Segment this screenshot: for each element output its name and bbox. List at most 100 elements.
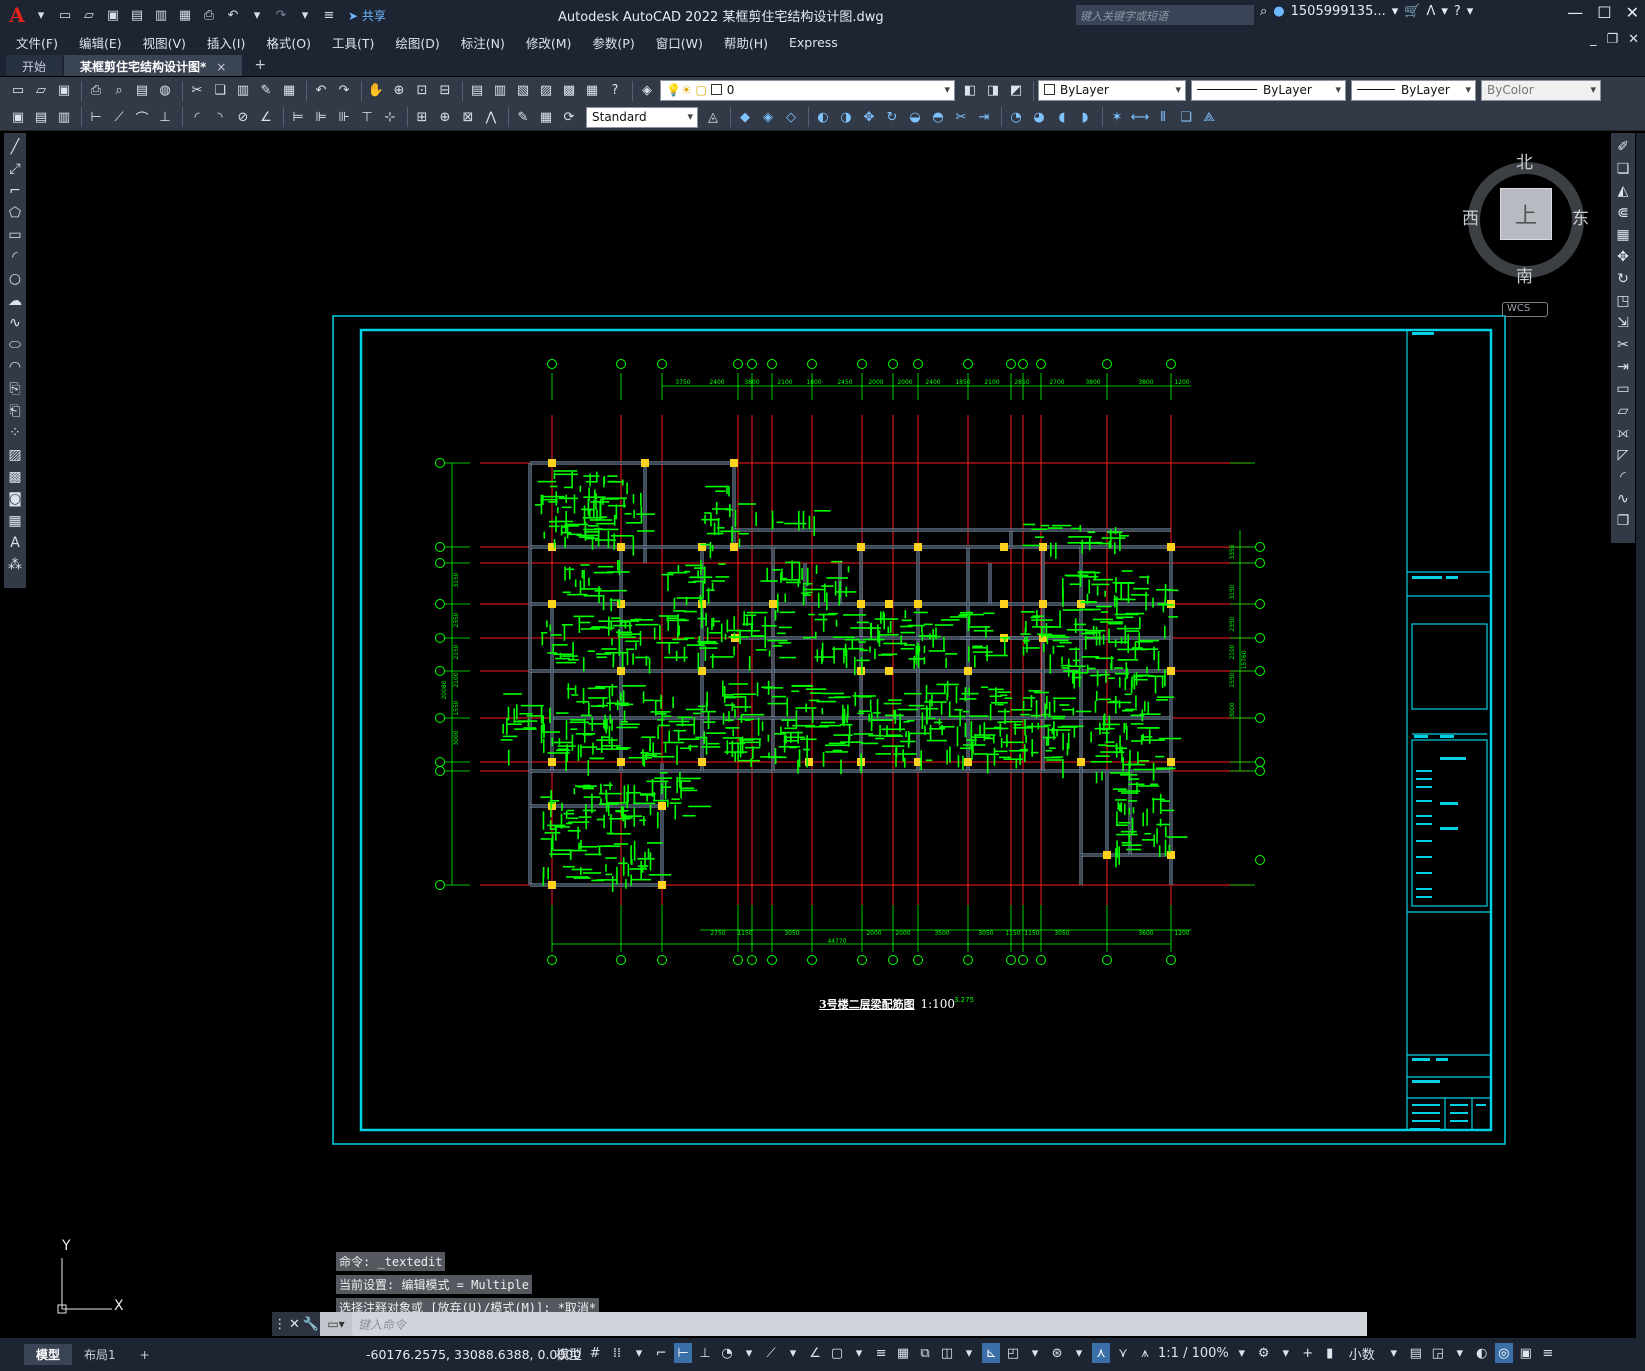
tolerance-icon[interactable]: ⊞ — [412, 107, 432, 127]
array-icon[interactable]: ◑ — [836, 107, 856, 127]
hardware-acceleration-icon[interactable]: ◎ — [1494, 1343, 1513, 1363]
help-dropdown-icon[interactable]: ▾ — [1467, 4, 1474, 19]
zoom-window-icon[interactable]: ⊡ — [412, 81, 432, 101]
blend-curves-icon[interactable]: ∿ — [1613, 489, 1633, 509]
trim-icon[interactable]: ✂ — [951, 107, 971, 127]
selection-filter-icon[interactable]: ◰ — [1004, 1343, 1022, 1363]
chamfer-icon[interactable]: ◖ — [1052, 107, 1072, 127]
markup-icon[interactable]: ▩ — [559, 81, 579, 101]
wrench-icon[interactable]: 🔧 — [302, 1317, 318, 1332]
menu-view[interactable]: 视图(V) — [143, 33, 186, 52]
save-icon[interactable]: ▣ — [102, 5, 124, 25]
arc-icon[interactable]: ◜ — [5, 247, 25, 267]
mirror-icon[interactable]: ◇ — [781, 107, 801, 127]
gizmo-dropdown-icon[interactable]: ▾ — [1070, 1343, 1088, 1363]
menu-parametric[interactable]: 参数(P) — [592, 33, 634, 52]
copy-object-icon[interactable]: ◈ — [758, 107, 778, 127]
zoom-previous-icon[interactable]: ⊟ — [435, 81, 455, 101]
plot-preview-icon[interactable]: ⌕ — [109, 81, 129, 101]
app-menu-chevron-icon[interactable]: ▾ — [30, 5, 52, 25]
align-icon[interactable]: ⫴ — [1153, 107, 1173, 127]
annotation-visibility-icon[interactable]: ⋏ — [1092, 1343, 1111, 1363]
make-block-icon[interactable]: ⎗ — [5, 401, 25, 421]
menu-modify[interactable]: 修改(M) — [526, 33, 572, 52]
doc-minimize-icon[interactable]: _ — [1590, 32, 1597, 47]
lineweight-dropdown[interactable]: ByLayer — [1351, 80, 1476, 101]
selection-filter-dropdown-icon[interactable]: ▾ — [1026, 1343, 1044, 1363]
autocad-logo[interactable]: A — [6, 3, 28, 27]
menu-format[interactable]: 格式(O) — [266, 33, 311, 52]
open-folder-icon[interactable]: ▱ — [78, 5, 100, 25]
autodesk-a360-icon[interactable]: Λ — [1426, 4, 1435, 19]
plot-icon[interactable]: ⎙ — [86, 81, 106, 101]
undo-icon[interactable]: ↶ — [311, 81, 331, 101]
object-snap-tracking-icon[interactable]: ∠ — [806, 1343, 824, 1363]
insert-block-icon[interactable]: ⎘ — [5, 379, 25, 399]
blend-icon[interactable]: ❏ — [1176, 107, 1196, 127]
compass-south[interactable]: 南 — [1516, 262, 1533, 287]
import-icon[interactable]: ▦ — [174, 5, 196, 25]
doc-close-icon[interactable]: ✕ — [1628, 32, 1639, 47]
compass-north[interactable]: 北 — [1516, 148, 1533, 173]
close-icon[interactable]: ✕ — [1626, 3, 1639, 22]
block-editor-icon[interactable]: ▦ — [279, 81, 299, 101]
quick-properties-icon[interactable]: ▤ — [1407, 1343, 1425, 1363]
3d-osnap-dropdown-icon[interactable]: ▾ — [960, 1343, 978, 1363]
dimension-style-icon[interactable]: ◬ — [703, 107, 723, 127]
compass-west[interactable]: 西 — [1462, 204, 1479, 229]
undo-icon[interactable]: ↶ — [222, 5, 244, 25]
workspace-gear-icon[interactable]: ⚙ — [1255, 1343, 1273, 1363]
help-icon[interactable]: ? — [605, 81, 625, 101]
move-icon[interactable]: ✥ — [1613, 247, 1633, 267]
aligned-dimension-icon[interactable]: ⟋ — [109, 107, 129, 127]
annotation-scale-value[interactable]: 1:1 / 100% — [1158, 1343, 1229, 1363]
stretch-icon[interactable]: ◓ — [928, 107, 948, 127]
open-icon[interactable]: ▱ — [31, 81, 51, 101]
transparency-icon[interactable]: ▦ — [894, 1343, 912, 1363]
trim-icon[interactable]: ✂ — [1613, 335, 1633, 355]
model-tab[interactable]: 模型 — [24, 1344, 73, 1365]
sheet-set-icon[interactable]: ▥ — [150, 5, 172, 25]
command-input[interactable]: 键入命令 — [352, 1316, 406, 1333]
properties-icon[interactable]: ▤ — [467, 81, 487, 101]
polar-tracking-icon[interactable]: ◔ — [718, 1343, 736, 1363]
help-icon[interactable]: ? — [1454, 4, 1461, 19]
polygon-icon[interactable]: ⬠ — [5, 203, 25, 223]
viewcube-top-face[interactable]: 上 — [1500, 188, 1552, 240]
dimension-update-icon[interactable]: ⟳ — [559, 107, 579, 127]
arc-length-icon[interactable]: ⌒ — [132, 107, 152, 127]
dynamic-ucs-icon[interactable]: ⊾ — [982, 1343, 1001, 1363]
move-icon[interactable]: ✥ — [859, 107, 879, 127]
isolate-objects-icon[interactable]: ◐ — [1473, 1343, 1491, 1363]
search-icon[interactable]: ⌕ — [1260, 4, 1267, 19]
close-icon[interactable]: ✕ — [289, 1317, 300, 1332]
units-icon[interactable]: ▮ — [1321, 1343, 1339, 1363]
construction-line-icon[interactable]: ⤢ — [5, 159, 25, 179]
tab-start[interactable]: 开始 — [6, 55, 63, 76]
tab-drawing[interactable]: 某框剪住宅结构设计图* × — [64, 55, 243, 76]
zoom-realtime-icon[interactable]: ⊕ — [389, 81, 409, 101]
customization-icon[interactable]: ≡ — [1539, 1343, 1557, 1363]
cut-icon[interactable]: ✂ — [187, 81, 207, 101]
redo-dropdown-icon[interactable]: ▾ — [294, 5, 316, 25]
linear-dimension-icon[interactable]: ⊢ — [86, 107, 106, 127]
workspace-dropdown-icon[interactable]: ▾ — [1277, 1343, 1295, 1363]
undo-dropdown-icon[interactable]: ▾ — [246, 5, 268, 25]
3d-dwf-icon[interactable]: ◍ — [155, 81, 175, 101]
stretch-icon[interactable]: ⇲ — [1613, 313, 1633, 333]
ortho-icon[interactable]: ⊥ — [696, 1343, 714, 1363]
isodraft-icon[interactable]: ⟋ — [762, 1343, 780, 1363]
coordinate-readout[interactable]: -60176.2575, 33088.6388, 0.0000 — [366, 1347, 581, 1362]
menu-file[interactable]: 文件(F) — [16, 33, 58, 52]
object-snap-dropdown-icon[interactable]: ▾ — [850, 1343, 868, 1363]
mtext-icon[interactable]: A — [5, 533, 25, 553]
fillet-icon[interactable]: ◜ — [1613, 467, 1633, 487]
continue-dimension-icon[interactable]: ⊪ — [334, 107, 354, 127]
pan-icon[interactable]: ✋ — [366, 81, 386, 101]
layout1-tab[interactable]: 布局1 — [72, 1344, 128, 1365]
doc-restore-icon[interactable]: ❐ — [1606, 32, 1618, 47]
fillet-icon[interactable]: ◗ — [1075, 107, 1095, 127]
layer-previous-icon[interactable]: ◨ — [983, 81, 1003, 101]
plot-icon[interactable]: ⎙ — [198, 5, 220, 25]
infer-constraints-icon[interactable]: ⌐ — [652, 1343, 670, 1363]
